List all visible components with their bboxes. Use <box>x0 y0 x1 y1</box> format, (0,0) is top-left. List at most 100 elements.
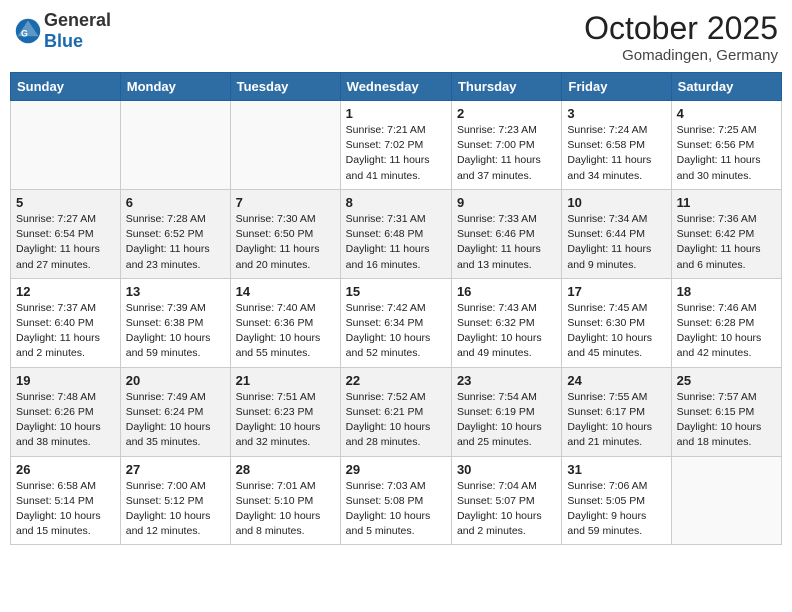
day-info: Sunrise: 7:48 AM Sunset: 6:26 PM Dayligh… <box>16 390 115 451</box>
day-info: Sunrise: 7:37 AM Sunset: 6:40 PM Dayligh… <box>16 301 115 362</box>
calendar-day-cell <box>671 456 781 545</box>
logo-text: General Blue <box>44 10 111 51</box>
weekday-header-cell: Saturday <box>671 73 781 101</box>
day-info: Sunrise: 7:30 AM Sunset: 6:50 PM Dayligh… <box>236 212 335 273</box>
day-info: Sunrise: 7:21 AM Sunset: 7:02 PM Dayligh… <box>346 123 446 184</box>
day-info: Sunrise: 7:43 AM Sunset: 6:32 PM Dayligh… <box>457 301 556 362</box>
calendar-week-row: 26Sunrise: 6:58 AM Sunset: 5:14 PM Dayli… <box>11 456 782 545</box>
title-block: October 2025 Gomadingen, Germany <box>584 10 778 64</box>
svg-text:G: G <box>21 28 28 38</box>
calendar-day-cell: 20Sunrise: 7:49 AM Sunset: 6:24 PM Dayli… <box>120 367 230 456</box>
calendar-week-row: 12 Sunrise: 7:37 AM Sunset: 6:40 PM Dayli… <box>11 278 782 367</box>
calendar-day-cell <box>11 101 121 190</box>
day-number: 6 <box>126 195 225 210</box>
day-info: Sunrise: 7:46 AM Sunset: 6:28 PM Dayligh… <box>677 301 776 362</box>
day-info: Sunrise: 7:28 AM Sunset: 6:52 PM Dayligh… <box>126 212 225 273</box>
day-info: Sunrise: 7:23 AM Sunset: 7:00 PM Dayligh… <box>457 123 556 184</box>
day-info: Sunrise: 7:01 AM Sunset: 5:10 PM Dayligh… <box>236 479 335 540</box>
calendar-day-cell: 13 Sunrise: 7:39 AM Sunset: 6:38 PM Dayli… <box>120 278 230 367</box>
day-number: 4 <box>677 106 776 121</box>
day-info: Sunrise: 7:04 AM Sunset: 5:07 PM Dayligh… <box>457 479 556 540</box>
calendar-day-cell: 11 Sunrise: 7:36 AM Sunset: 6:42 PM Dayli… <box>671 189 781 278</box>
calendar-day-cell: 16 Sunrise: 7:43 AM Sunset: 6:32 PM Dayli… <box>451 278 561 367</box>
calendar-day-cell: 15 Sunrise: 7:42 AM Sunset: 6:34 PM Dayli… <box>340 278 451 367</box>
day-number: 2 <box>457 106 556 121</box>
weekday-header-cell: Tuesday <box>230 73 340 101</box>
calendar-day-cell: 21Sunrise: 7:51 AM Sunset: 6:23 PM Dayli… <box>230 367 340 456</box>
calendar-day-cell: 1 Sunrise: 7:21 AM Sunset: 7:02 PM Daylig… <box>340 101 451 190</box>
calendar-day-cell: 2 Sunrise: 7:23 AM Sunset: 7:00 PM Daylig… <box>451 101 561 190</box>
calendar-week-row: 5Sunrise: 7:27 AM Sunset: 6:54 PM Daylig… <box>11 189 782 278</box>
calendar-day-cell: 4Sunrise: 7:25 AM Sunset: 6:56 PM Daylig… <box>671 101 781 190</box>
day-info: Sunrise: 7:52 AM Sunset: 6:21 PM Dayligh… <box>346 390 446 451</box>
calendar-day-cell: 24 Sunrise: 7:55 AM Sunset: 6:17 PM Dayli… <box>562 367 671 456</box>
calendar-day-cell: 12 Sunrise: 7:37 AM Sunset: 6:40 PM Dayli… <box>11 278 121 367</box>
calendar-day-cell: 30Sunrise: 7:04 AM Sunset: 5:07 PM Dayli… <box>451 456 561 545</box>
day-number: 28 <box>236 462 335 477</box>
calendar-day-cell: 26Sunrise: 6:58 AM Sunset: 5:14 PM Dayli… <box>11 456 121 545</box>
calendar-day-cell: 10 Sunrise: 7:34 AM Sunset: 6:44 PM Dayli… <box>562 189 671 278</box>
day-number: 7 <box>236 195 335 210</box>
calendar-day-cell: 18 Sunrise: 7:46 AM Sunset: 6:28 PM Dayli… <box>671 278 781 367</box>
day-info: Sunrise: 7:24 AM Sunset: 6:58 PM Dayligh… <box>567 123 665 184</box>
calendar-day-cell: 17 Sunrise: 7:45 AM Sunset: 6:30 PM Dayli… <box>562 278 671 367</box>
day-info: Sunrise: 7:03 AM Sunset: 5:08 PM Dayligh… <box>346 479 446 540</box>
day-number: 27 <box>126 462 225 477</box>
weekday-header-cell: Friday <box>562 73 671 101</box>
day-number: 18 <box>677 284 776 299</box>
day-info: Sunrise: 7:00 AM Sunset: 5:12 PM Dayligh… <box>126 479 225 540</box>
calendar-day-cell: 3 Sunrise: 7:24 AM Sunset: 6:58 PM Daylig… <box>562 101 671 190</box>
calendar-day-cell: 31Sunrise: 7:06 AM Sunset: 5:05 PM Dayli… <box>562 456 671 545</box>
calendar-day-cell: 29 Sunrise: 7:03 AM Sunset: 5:08 PM Dayli… <box>340 456 451 545</box>
calendar-day-cell: 9Sunrise: 7:33 AM Sunset: 6:46 PM Daylig… <box>451 189 561 278</box>
day-info: Sunrise: 7:40 AM Sunset: 6:36 PM Dayligh… <box>236 301 335 362</box>
day-number: 26 <box>16 462 115 477</box>
day-number: 10 <box>567 195 665 210</box>
day-info: Sunrise: 7:36 AM Sunset: 6:42 PM Dayligh… <box>677 212 776 273</box>
calendar-day-cell: 19 Sunrise: 7:48 AM Sunset: 6:26 PM Dayli… <box>11 367 121 456</box>
calendar-day-cell: 22 Sunrise: 7:52 AM Sunset: 6:21 PM Dayli… <box>340 367 451 456</box>
day-number: 17 <box>567 284 665 299</box>
page-header: G General Blue October 2025 Gomadingen, … <box>10 10 782 64</box>
day-info: Sunrise: 7:55 AM Sunset: 6:17 PM Dayligh… <box>567 390 665 451</box>
day-info: Sunrise: 7:31 AM Sunset: 6:48 PM Dayligh… <box>346 212 446 273</box>
calendar-day-cell: 25Sunrise: 7:57 AM Sunset: 6:15 PM Dayli… <box>671 367 781 456</box>
day-number: 3 <box>567 106 665 121</box>
day-info: Sunrise: 7:06 AM Sunset: 5:05 PM Dayligh… <box>567 479 665 540</box>
day-number: 1 <box>346 106 446 121</box>
calendar-week-row: 1 Sunrise: 7:21 AM Sunset: 7:02 PM Daylig… <box>11 101 782 190</box>
weekday-header-cell: Monday <box>120 73 230 101</box>
day-number: 15 <box>346 284 446 299</box>
day-info: Sunrise: 7:34 AM Sunset: 6:44 PM Dayligh… <box>567 212 665 273</box>
calendar-day-cell: 7 Sunrise: 7:30 AM Sunset: 6:50 PM Daylig… <box>230 189 340 278</box>
month-title: October 2025 <box>584 10 778 47</box>
day-info: Sunrise: 7:33 AM Sunset: 6:46 PM Dayligh… <box>457 212 556 273</box>
calendar-day-cell: 23Sunrise: 7:54 AM Sunset: 6:19 PM Dayli… <box>451 367 561 456</box>
day-info: Sunrise: 7:54 AM Sunset: 6:19 PM Dayligh… <box>457 390 556 451</box>
calendar-day-cell: 6 Sunrise: 7:28 AM Sunset: 6:52 PM Daylig… <box>120 189 230 278</box>
day-number: 20 <box>126 373 225 388</box>
calendar-table: SundayMondayTuesdayWednesdayThursdayFrid… <box>10 72 782 545</box>
day-info: Sunrise: 7:51 AM Sunset: 6:23 PM Dayligh… <box>236 390 335 451</box>
day-number: 24 <box>567 373 665 388</box>
calendar-day-cell: 14Sunrise: 7:40 AM Sunset: 6:36 PM Dayli… <box>230 278 340 367</box>
weekday-header-cell: Thursday <box>451 73 561 101</box>
calendar-day-cell: 27 Sunrise: 7:00 AM Sunset: 5:12 PM Dayli… <box>120 456 230 545</box>
day-info: Sunrise: 7:45 AM Sunset: 6:30 PM Dayligh… <box>567 301 665 362</box>
day-number: 19 <box>16 373 115 388</box>
day-number: 11 <box>677 195 776 210</box>
day-number: 16 <box>457 284 556 299</box>
calendar-week-row: 19 Sunrise: 7:48 AM Sunset: 6:26 PM Dayli… <box>11 367 782 456</box>
day-info: Sunrise: 7:39 AM Sunset: 6:38 PM Dayligh… <box>126 301 225 362</box>
day-number: 22 <box>346 373 446 388</box>
calendar-day-cell <box>120 101 230 190</box>
weekday-header-cell: Sunday <box>11 73 121 101</box>
day-number: 13 <box>126 284 225 299</box>
day-info: Sunrise: 7:57 AM Sunset: 6:15 PM Dayligh… <box>677 390 776 451</box>
day-number: 29 <box>346 462 446 477</box>
calendar-day-cell: 8Sunrise: 7:31 AM Sunset: 6:48 PM Daylig… <box>340 189 451 278</box>
calendar-day-cell <box>230 101 340 190</box>
calendar-body: 1 Sunrise: 7:21 AM Sunset: 7:02 PM Daylig… <box>11 101 782 545</box>
day-info: Sunrise: 7:42 AM Sunset: 6:34 PM Dayligh… <box>346 301 446 362</box>
day-number: 12 <box>16 284 115 299</box>
